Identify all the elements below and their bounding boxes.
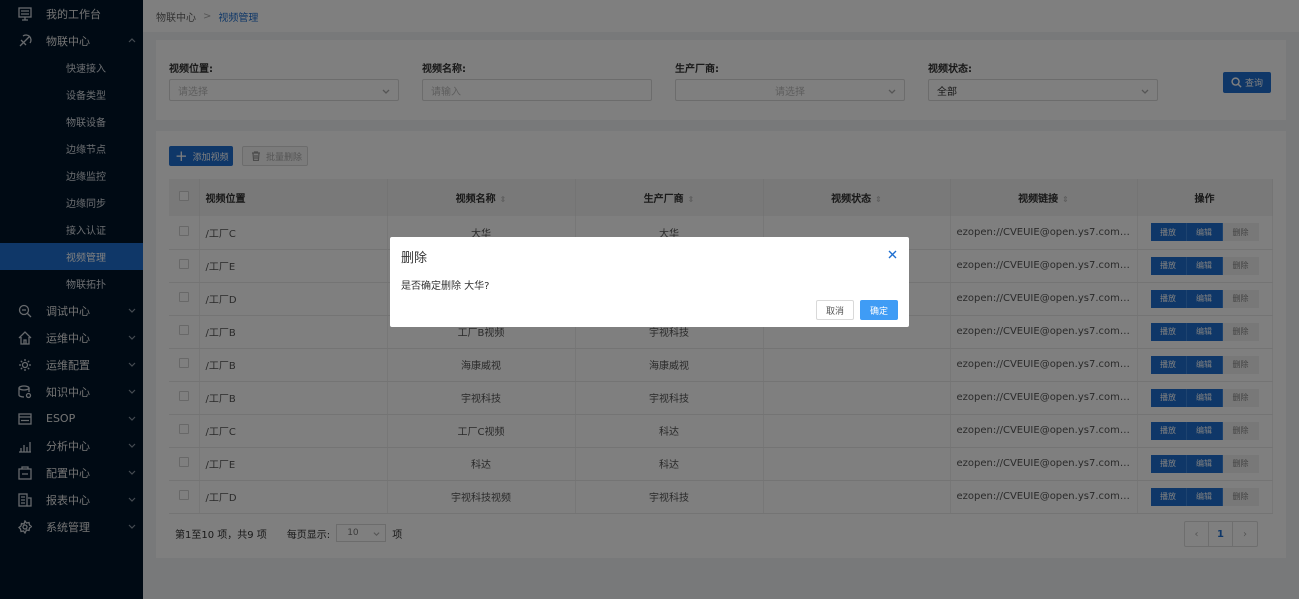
confirm-button[interactable]: 确定 [860,300,898,320]
delete-dialog: 删除 是否确定删除 大华? 取消 确定 [390,237,909,327]
dialog-title: 删除 [401,251,428,266]
cancel-button[interactable]: 取消 [816,300,854,320]
close-icon[interactable] [888,249,898,259]
dialog-message: 是否确定删除 大华? [401,281,490,292]
